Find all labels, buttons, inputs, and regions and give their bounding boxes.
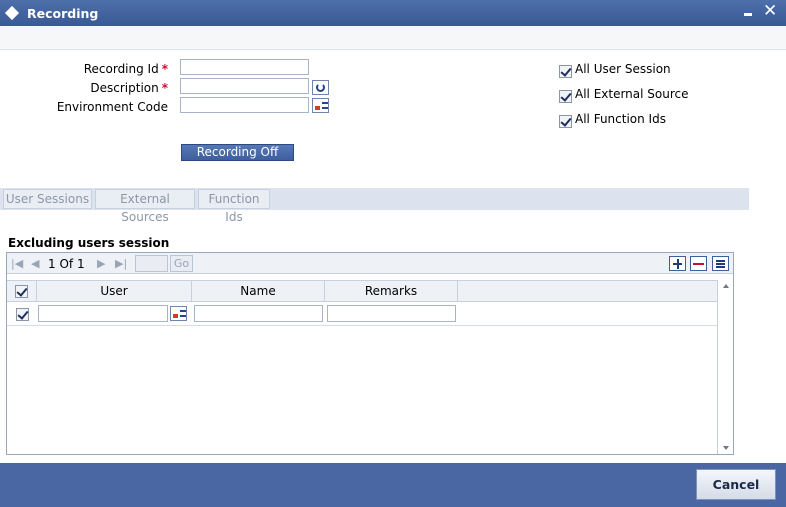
- minimize-icon[interactable]: [744, 13, 752, 16]
- remarks-input[interactable]: [327, 305, 456, 322]
- column-header-user[interactable]: User: [37, 281, 192, 302]
- lov-icon: [315, 106, 320, 110]
- lov-icon-line: [322, 102, 328, 104]
- current-page: 1: [48, 257, 56, 271]
- grid-pager: |◀ ◀ 1 Of 1 ▶ ▶| Go: [7, 253, 733, 274]
- lov-icon-line: [322, 107, 328, 109]
- window-diamond-icon: [4, 5, 20, 21]
- user-lov-button[interactable]: [170, 306, 187, 321]
- all-user-session-checkbox[interactable]: [559, 65, 572, 78]
- list-icon-line: [716, 263, 725, 265]
- title-bar: Recording ✕: [0, 0, 786, 26]
- environment-code-label: Environment Code: [56, 100, 168, 114]
- list-icon: [716, 260, 725, 262]
- row-select-checkbox[interactable]: [16, 308, 29, 321]
- add-row-button[interactable]: [669, 256, 686, 271]
- select-all-cell: [7, 281, 37, 302]
- tab-external-sources[interactable]: External Sources: [95, 189, 195, 224]
- tab-strip: User Sessions External Sources Function …: [0, 188, 749, 224]
- all-user-session-label: All User Session: [575, 62, 671, 76]
- lov-icon-line: [180, 310, 186, 312]
- footer-bar: Cancel: [0, 463, 786, 507]
- excluded-users-grid: |◀ ◀ 1 Of 1 ▶ ▶| Go User Name Remarks: [6, 252, 734, 455]
- lov-icon: [173, 314, 178, 318]
- environment-code-lov-button[interactable]: [312, 98, 329, 113]
- description-lookup-button[interactable]: [312, 80, 329, 95]
- list-icon-line: [716, 266, 725, 268]
- recording-off-button[interactable]: Recording Off: [181, 144, 294, 161]
- window-title: Recording: [27, 6, 99, 21]
- tab-user-sessions[interactable]: User Sessions: [3, 189, 92, 209]
- single-view-button[interactable]: [712, 256, 729, 271]
- previous-page-icon[interactable]: ◀: [31, 257, 39, 270]
- recording-id-label: Recording Id *: [8, 62, 168, 76]
- required-mark: *: [161, 62, 168, 76]
- all-function-ids-label: All Function Ids: [575, 112, 666, 126]
- page-of-label: Of: [59, 257, 74, 271]
- go-button[interactable]: Go: [170, 255, 193, 272]
- user-input[interactable]: [38, 305, 168, 322]
- page-indicator: 1 Of 1: [48, 257, 85, 271]
- tab-function-ids[interactable]: Function Ids: [198, 189, 270, 224]
- first-page-icon[interactable]: |◀: [11, 257, 23, 270]
- close-icon[interactable]: ✕: [763, 1, 777, 21]
- all-function-ids-checkbox[interactable]: [559, 115, 572, 128]
- recording-id-label-text: Recording Id: [83, 62, 159, 76]
- description-label: Description *: [8, 81, 168, 95]
- all-external-source-checkbox[interactable]: [559, 90, 572, 103]
- vertical-scrollbar[interactable]: [717, 280, 733, 454]
- grid-header: User Name Remarks: [7, 280, 717, 302]
- scroll-down-icon[interactable]: [723, 446, 729, 450]
- section-title: Excluding users session: [8, 236, 170, 250]
- required-mark: *: [161, 81, 168, 95]
- scroll-up-icon[interactable]: [723, 284, 729, 288]
- toolbar-strip: [0, 26, 786, 50]
- total-pages: 1: [76, 257, 85, 271]
- minus-icon: [693, 263, 704, 265]
- description-label-text: Description: [90, 81, 159, 95]
- name-input[interactable]: [194, 305, 323, 322]
- cancel-button[interactable]: Cancel: [696, 469, 776, 500]
- column-header-remarks[interactable]: Remarks: [325, 281, 458, 302]
- plus-icon-stem: [677, 259, 679, 269]
- lov-icon-line: [180, 315, 186, 317]
- delete-row-button[interactable]: [690, 256, 707, 271]
- recording-id-input[interactable]: [180, 59, 309, 75]
- refresh-icon: [316, 83, 325, 92]
- select-all-checkbox[interactable]: [15, 285, 28, 298]
- description-input[interactable]: [180, 78, 309, 94]
- environment-code-input[interactable]: [180, 97, 309, 113]
- column-header-name[interactable]: Name: [192, 281, 325, 302]
- all-external-source-label: All External Source: [575, 87, 689, 101]
- page-number-input[interactable]: [135, 255, 168, 272]
- last-page-icon[interactable]: ▶|: [115, 257, 127, 270]
- table-row: [7, 302, 717, 326]
- next-page-icon[interactable]: ▶: [97, 257, 105, 270]
